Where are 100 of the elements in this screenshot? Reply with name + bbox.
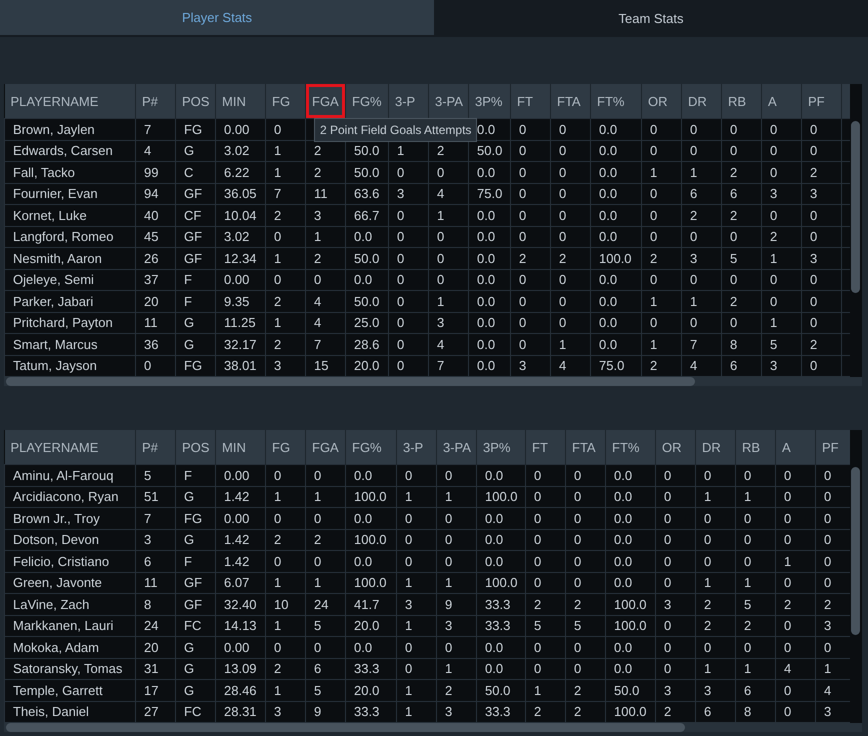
column-header[interactable]: FG bbox=[266, 84, 306, 118]
column-header[interactable]: P# bbox=[136, 430, 176, 464]
column-header[interactable]: P# bbox=[136, 84, 176, 118]
tooltip: 2 Point Field Goals Attempts bbox=[314, 118, 478, 142]
column-header[interactable]: 3-P bbox=[396, 430, 436, 464]
table-cell: 0 bbox=[396, 636, 436, 658]
table-cell: 6 bbox=[306, 658, 346, 680]
table-cell: 2 bbox=[266, 529, 306, 550]
table-cell: 0 bbox=[388, 204, 428, 226]
scrollbar[interactable] bbox=[851, 121, 860, 293]
table-cell: 2 bbox=[802, 162, 842, 183]
column-header[interactable]: DR bbox=[682, 84, 722, 118]
table-cell: 0 bbox=[682, 226, 722, 248]
column-header[interactable]: FTA bbox=[550, 84, 590, 118]
column-header[interactable]: 3-PA bbox=[428, 84, 468, 118]
table-cell: 0.0 bbox=[590, 269, 642, 290]
column-header[interactable]: OR bbox=[642, 84, 682, 118]
column-header[interactable]: FT% bbox=[606, 430, 656, 464]
table-cell: Felicio, Cristiano bbox=[4, 550, 136, 572]
column-header[interactable]: POS bbox=[176, 430, 216, 464]
table-cell: 6.22 bbox=[216, 162, 266, 183]
column-header[interactable]: A bbox=[762, 84, 802, 118]
table-cell: 0.0 bbox=[346, 464, 396, 486]
table-cell: 0 bbox=[526, 550, 566, 572]
column-header[interactable]: RB bbox=[722, 84, 762, 118]
column-header[interactable]: FT bbox=[510, 84, 550, 118]
column-header[interactable]: 3-P bbox=[388, 84, 428, 118]
scrollbar[interactable] bbox=[6, 377, 695, 386]
table-cell: 0 bbox=[696, 508, 736, 529]
table-cell: 2 bbox=[776, 594, 816, 615]
table-cell: 8 bbox=[722, 334, 762, 355]
column-header[interactable]: FT bbox=[526, 430, 566, 464]
table-cell: GF bbox=[176, 183, 216, 204]
column-header[interactable]: POS bbox=[176, 84, 216, 118]
table-cell: 0 bbox=[550, 183, 590, 204]
column-header[interactable]: DR bbox=[696, 430, 736, 464]
table-cell: 0.00 bbox=[216, 464, 266, 486]
table-cell: 5 bbox=[762, 334, 802, 355]
table-cell: 1 bbox=[550, 334, 590, 355]
table-cell: 100.0 bbox=[476, 572, 526, 594]
column-header[interactable]: PF bbox=[802, 84, 842, 118]
table-cell: 5 bbox=[722, 248, 762, 269]
table-cell: 50.0 bbox=[346, 162, 388, 183]
table-cell: 0 bbox=[642, 183, 682, 204]
column-header[interactable]: OR bbox=[656, 430, 696, 464]
column-header[interactable]: 3-PA bbox=[436, 430, 476, 464]
table-cell: 0 bbox=[526, 464, 566, 486]
table-cell: 1 bbox=[388, 140, 428, 162]
table-cell: FG bbox=[176, 118, 216, 140]
table-cell: Satoransky, Tomas bbox=[4, 658, 136, 680]
table-cell: 2 bbox=[722, 162, 762, 183]
column-header[interactable]: A bbox=[776, 430, 816, 464]
table-cell: 0 bbox=[266, 550, 306, 572]
scrollbar[interactable] bbox=[6, 723, 685, 732]
table-cell: 0.0 bbox=[476, 636, 526, 658]
table-cell: 6 bbox=[136, 550, 176, 572]
column-header[interactable]: FG% bbox=[346, 84, 388, 118]
column-header[interactable]: FGA bbox=[306, 430, 346, 464]
table-cell: 0 bbox=[642, 312, 682, 334]
table-cell: 4 bbox=[428, 183, 468, 204]
column-header[interactable]: MIN bbox=[216, 430, 266, 464]
column-header[interactable]: RB bbox=[736, 430, 776, 464]
table-cell: 0.0 bbox=[476, 529, 526, 550]
column-header[interactable]: 3P% bbox=[476, 430, 526, 464]
table-cell: 0 bbox=[266, 269, 306, 290]
table-cell: 20 bbox=[136, 636, 176, 658]
table-cell: 0.0 bbox=[590, 334, 642, 355]
table-cell: 0.0 bbox=[468, 248, 510, 269]
column-header[interactable]: FT% bbox=[590, 84, 642, 118]
table-cell: 2 bbox=[802, 334, 842, 355]
table-cell: 0 bbox=[776, 572, 816, 594]
table-cell: 0 bbox=[736, 550, 776, 572]
column-header[interactable]: PLAYERNAME bbox=[4, 84, 136, 118]
table-cell: 0.0 bbox=[476, 508, 526, 529]
table-cell: 0 bbox=[776, 636, 816, 658]
table-cell: 0 bbox=[306, 636, 346, 658]
column-header[interactable]: FTA bbox=[566, 430, 606, 464]
table-cell: 6 bbox=[736, 680, 776, 701]
tab[interactable]: Player Stats bbox=[0, 0, 434, 35]
table-cell: 5 bbox=[136, 464, 176, 486]
table-cell: 32.17 bbox=[216, 334, 266, 355]
column-header[interactable]: FG% bbox=[346, 430, 396, 464]
table-cell: 2 bbox=[526, 594, 566, 615]
table-cell: 5 bbox=[306, 615, 346, 636]
table-cell: G bbox=[176, 334, 216, 355]
column-header[interactable]: FG bbox=[266, 430, 306, 464]
table-cell: 0 bbox=[388, 269, 428, 290]
scrollbar[interactable] bbox=[851, 467, 860, 635]
column-header[interactable]: 3P% bbox=[468, 84, 510, 118]
table-cell: 1 bbox=[396, 486, 436, 508]
table-cell: 0 bbox=[388, 226, 428, 248]
table-cell: 0 bbox=[388, 334, 428, 355]
table-cell: 1 bbox=[696, 486, 736, 508]
table-cell: 0 bbox=[696, 550, 736, 572]
table-cell: 2 bbox=[736, 615, 776, 636]
column-header[interactable]: MIN bbox=[216, 84, 266, 118]
column-header[interactable]: PLAYERNAME bbox=[4, 430, 136, 464]
table-cell: 0 bbox=[802, 140, 842, 162]
table-cell: 0 bbox=[642, 226, 682, 248]
column-header[interactable]: PF bbox=[816, 430, 850, 464]
